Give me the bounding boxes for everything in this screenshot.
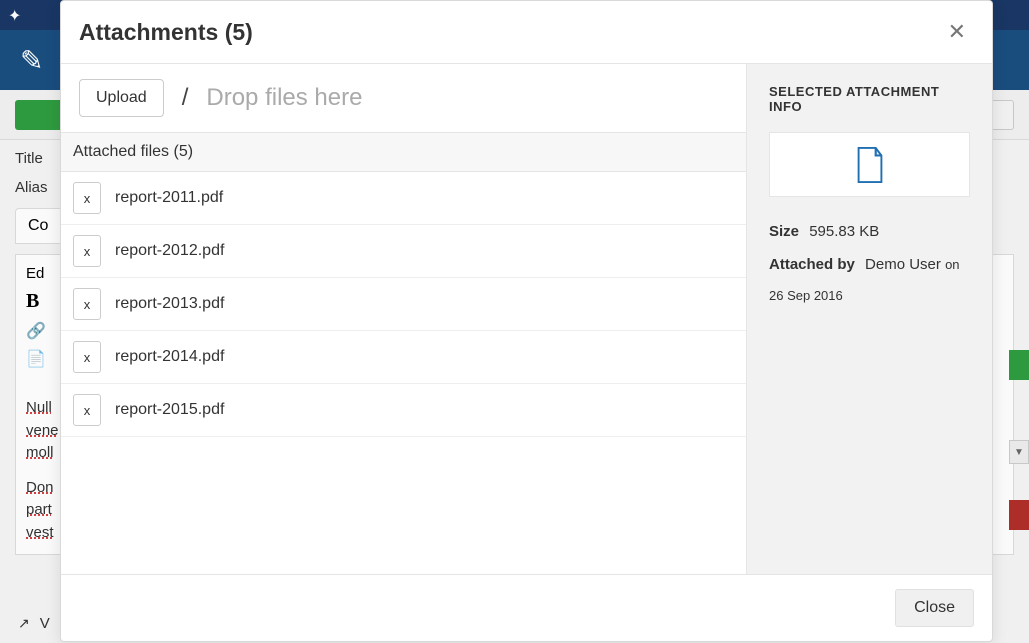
file-name: report-2015.pdf bbox=[115, 401, 224, 419]
remove-file-button[interactable]: x bbox=[73, 182, 101, 214]
info-date: 26 Sep 2016 bbox=[769, 286, 970, 306]
file-name: report-2014.pdf bbox=[115, 348, 224, 366]
modal-footer: Close bbox=[61, 575, 992, 641]
close-icon[interactable]: ✕ bbox=[940, 15, 974, 49]
remove-file-button[interactable]: x bbox=[73, 235, 101, 267]
file-row[interactable]: x report-2013.pdf bbox=[61, 278, 746, 331]
info-heading: SELECTED ATTACHMENT INFO bbox=[769, 84, 970, 114]
modal-body: Upload / Drop files here Attached files … bbox=[61, 64, 992, 575]
file-row[interactable]: x report-2011.pdf bbox=[61, 172, 746, 225]
attachedby-value: Demo User bbox=[865, 256, 941, 273]
info-attachedby: Attached by Demo User on bbox=[769, 254, 970, 277]
file-name: report-2011.pdf bbox=[115, 189, 223, 207]
upload-row: Upload / Drop files here bbox=[61, 64, 746, 133]
file-row[interactable]: x report-2014.pdf bbox=[61, 331, 746, 384]
remove-file-button[interactable]: x bbox=[73, 341, 101, 373]
file-name: report-2012.pdf bbox=[115, 242, 224, 260]
attachment-info-pane: SELECTED ATTACHMENT INFO Size 595.83 KB … bbox=[747, 64, 992, 574]
size-label: Size bbox=[769, 223, 799, 240]
remove-file-button[interactable]: x bbox=[73, 394, 101, 426]
on-word: on bbox=[945, 257, 959, 272]
separator: / bbox=[182, 84, 189, 112]
size-value: 595.83 KB bbox=[809, 223, 879, 240]
file-name: report-2013.pdf bbox=[115, 295, 224, 313]
modal-title: Attachments (5) bbox=[79, 19, 253, 46]
attached-files-header: Attached files (5) bbox=[61, 133, 746, 172]
file-row[interactable]: x report-2015.pdf bbox=[61, 384, 746, 437]
attachments-left-pane: Upload / Drop files here Attached files … bbox=[61, 64, 747, 574]
remove-file-button[interactable]: x bbox=[73, 288, 101, 320]
attachments-modal: Attachments (5) ✕ Upload / Drop files he… bbox=[60, 0, 993, 642]
close-button[interactable]: Close bbox=[895, 589, 974, 627]
upload-button[interactable]: Upload bbox=[79, 79, 164, 117]
drop-hint: Drop files here bbox=[206, 84, 362, 112]
document-icon bbox=[854, 146, 886, 184]
info-size: Size 595.83 KB bbox=[769, 221, 970, 244]
file-list: x report-2011.pdf x report-2012.pdf x report-… bbox=[61, 172, 746, 574]
attachment-preview bbox=[769, 132, 970, 197]
modal-header: Attachments (5) ✕ bbox=[61, 1, 992, 64]
attachedby-label: Attached by bbox=[769, 256, 855, 273]
file-row[interactable]: x report-2012.pdf bbox=[61, 225, 746, 278]
